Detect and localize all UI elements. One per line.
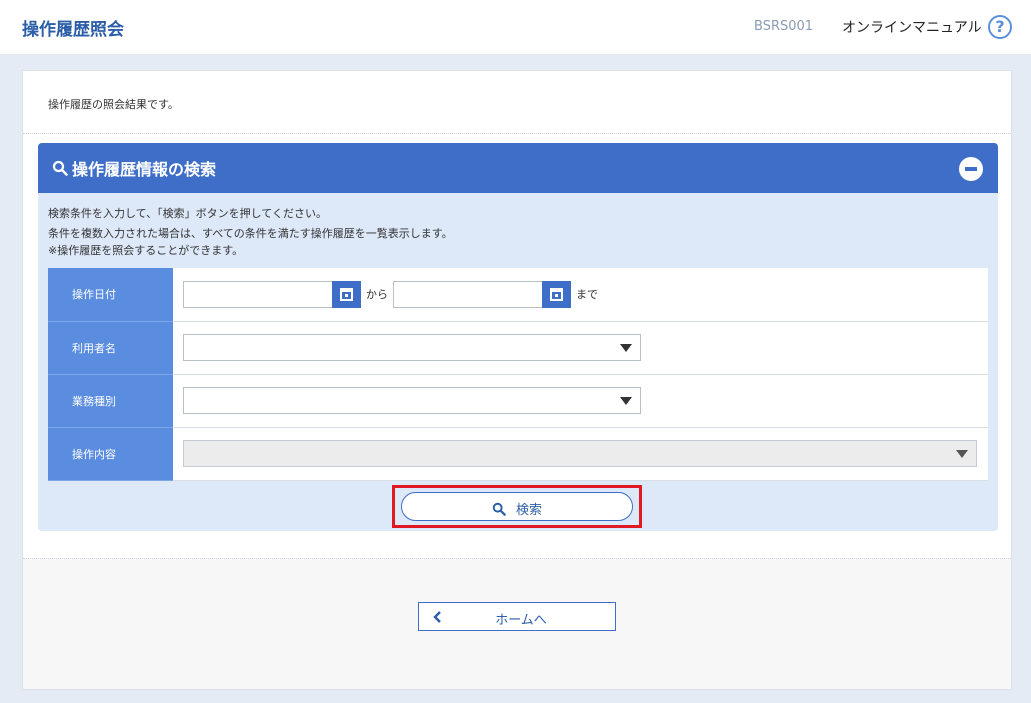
search-button[interactable]: 検索 <box>401 492 633 521</box>
screen-id: BSRS001 <box>754 19 814 34</box>
field-label-user: 利用者名 <box>48 321 173 375</box>
search-description-1: 検索条件を入力して、「検索」ボタンを押してください。 <box>48 207 327 220</box>
search-form: 操作日付 から まで 利用者名 業務種別 操作内容 <box>48 268 988 481</box>
home-button-label: ホームへ <box>495 613 547 628</box>
search-button-label: 検索 <box>515 503 542 518</box>
online-manual-link[interactable]: オンラインマニュアル <box>842 17 982 37</box>
field-business <box>173 374 988 428</box>
user-name-select[interactable] <box>183 334 641 361</box>
field-operation <box>173 427 988 481</box>
operation-content-select[interactable] <box>183 440 977 467</box>
form-row-business: 業務種別 <box>48 374 988 428</box>
dropdown-arrow-icon <box>620 344 632 352</box>
field-label-business: 業務種別 <box>48 374 173 428</box>
date-to-calendar-button[interactable] <box>542 280 571 308</box>
content-area: 操作履歴の照会結果です。 操作履歴情報の検索 検索条件を入力して、「検索」ボタン… <box>23 71 1011 559</box>
date-from-text: から <box>366 288 388 302</box>
search-panel: 操作履歴情報の検索 検索条件を入力して、「検索」ボタンを押してください。 条件を… <box>38 143 998 531</box>
top-bar: 操作履歴照会 BSRS001 オンラインマニュアル ? <box>0 0 1031 55</box>
dropdown-arrow-icon <box>956 450 968 458</box>
field-user <box>173 321 988 375</box>
search-panel-title: 操作履歴情報の検索 <box>72 160 217 179</box>
search-panel-header: 操作履歴情報の検索 <box>38 143 998 193</box>
field-label-date: 操作日付 <box>48 268 173 322</box>
page-title: 操作履歴照会 <box>22 20 124 40</box>
search-description-2: 条件を複数入力された場合は、すべての条件を満たす操作履歴を一覧表示します。 <box>48 227 453 240</box>
home-button[interactable]: ホームへ <box>418 602 616 631</box>
divider <box>23 133 1011 134</box>
field-label-operation: 操作内容 <box>48 427 173 481</box>
form-row-user: 利用者名 <box>48 321 988 375</box>
date-to-text: まで <box>576 288 598 302</box>
calendar-icon <box>550 287 563 301</box>
dropdown-arrow-icon <box>620 397 632 405</box>
form-row-date: 操作日付 から まで <box>48 268 988 322</box>
calendar-icon <box>340 287 353 301</box>
help-icon[interactable]: ? <box>988 15 1012 39</box>
date-from-calendar-button[interactable] <box>332 280 361 308</box>
search-description-3: ※操作履歴を照会することができます。 <box>48 244 244 257</box>
business-type-select[interactable] <box>183 387 641 414</box>
main-panel: 操作履歴の照会結果です。 操作履歴情報の検索 検索条件を入力して、「検索」ボタン… <box>22 70 1012 690</box>
form-row-operation: 操作内容 <box>48 427 988 481</box>
intro-text: 操作履歴の照会結果です。 <box>48 98 179 111</box>
search-icon <box>492 502 506 516</box>
date-to-input[interactable] <box>393 280 543 308</box>
field-date: から まで <box>173 268 988 322</box>
collapse-icon[interactable] <box>959 157 983 181</box>
search-icon <box>52 160 68 176</box>
search-button-highlight: 検索 <box>392 485 642 528</box>
date-from-input[interactable] <box>183 280 333 308</box>
